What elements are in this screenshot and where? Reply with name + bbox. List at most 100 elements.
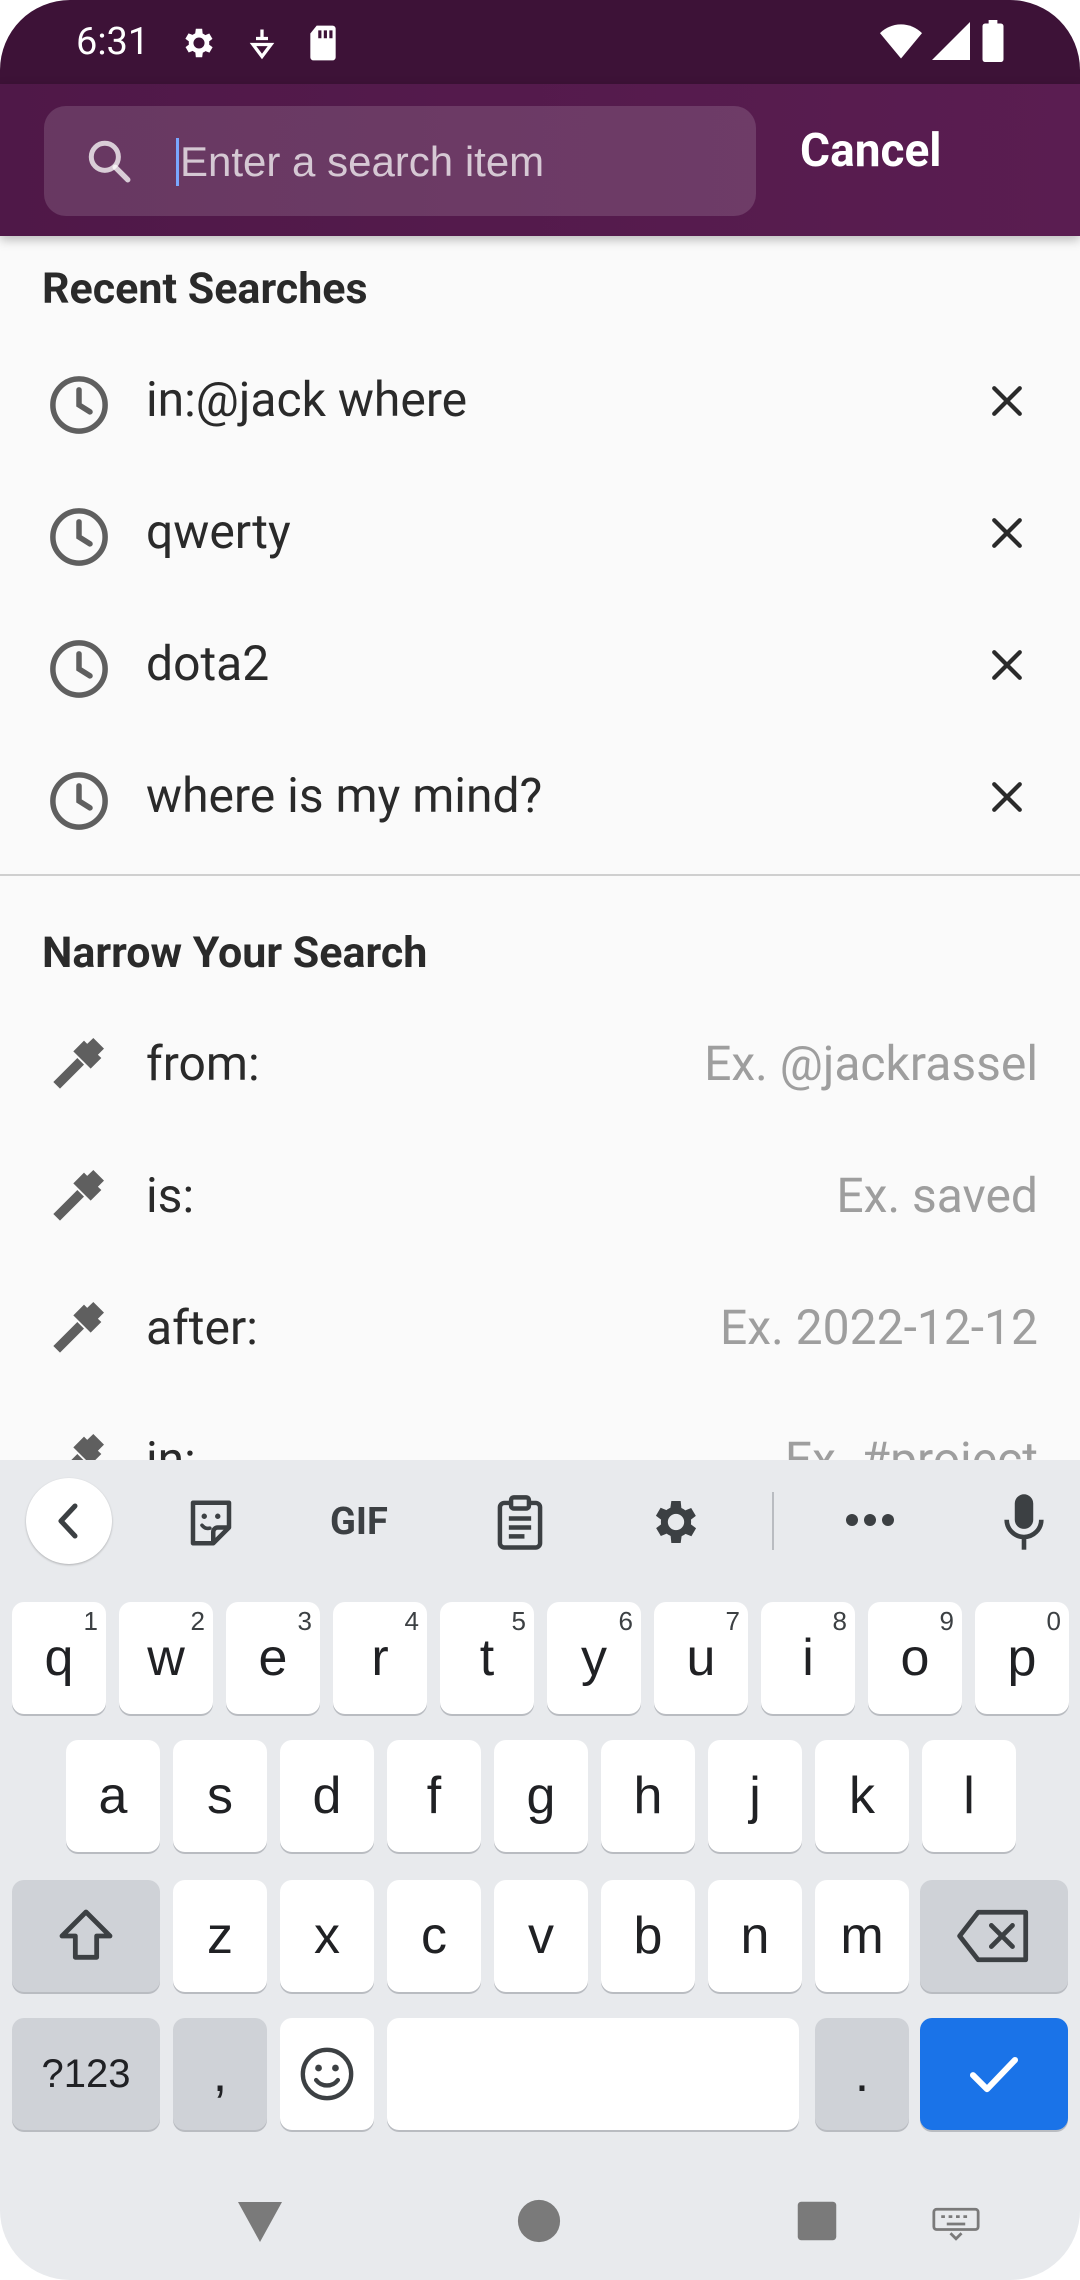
sticker-icon[interactable] (184, 1496, 238, 1554)
recent-search-item[interactable]: qwerty (0, 466, 1080, 598)
key-hint: 7 (725, 1606, 740, 1636)
modifier-hint: Ex. 2022-12-12 (720, 1299, 1038, 1356)
key-r[interactable]: r4 (333, 1602, 427, 1714)
gear-icon (180, 24, 218, 66)
search-modifier-item[interactable]: is: Ex. saved (0, 1130, 1080, 1262)
settings-icon[interactable] (648, 1494, 704, 1554)
more-icon[interactable] (844, 1510, 896, 1534)
key-i[interactable]: i8 (761, 1602, 855, 1714)
navigation-bar (0, 2172, 1080, 2280)
clock-icon (46, 504, 112, 574)
close-icon[interactable] (990, 780, 1024, 818)
key-label: w (147, 1629, 185, 1687)
key-hint: 5 (511, 1606, 526, 1636)
key-o[interactable]: o9 (868, 1602, 962, 1714)
key-a[interactable]: a (66, 1740, 160, 1852)
backspace-key[interactable] (920, 1880, 1068, 1992)
modifier-label: is: (146, 1167, 195, 1224)
phone-screen: 6:31 Cancel Recent Searches (0, 0, 1080, 2280)
space-key[interactable] (387, 2018, 799, 2130)
clipboard-icon[interactable] (494, 1494, 546, 1556)
clock-icon (46, 636, 112, 706)
key-f[interactable]: f (387, 1740, 481, 1852)
wifi-icon (880, 22, 922, 64)
search-input[interactable] (178, 128, 722, 196)
close-icon[interactable] (990, 648, 1024, 686)
key-j[interactable]: j (708, 1740, 802, 1852)
recents-icon[interactable] (796, 2200, 838, 2246)
key-label: p (1007, 1629, 1037, 1687)
keyboard-switch-icon[interactable] (932, 2206, 980, 2246)
key-b[interactable]: b (601, 1880, 695, 1992)
recent-search-label: in:@jack where (146, 371, 468, 428)
section-divider (0, 874, 1080, 876)
gif-icon[interactable]: GIF (330, 1500, 388, 1544)
status-bar: 6:31 (0, 0, 1080, 84)
search-box[interactable] (44, 106, 756, 216)
battery-icon (982, 20, 1004, 66)
home-icon[interactable] (516, 2198, 562, 2248)
modifier-label: from: (146, 1035, 260, 1092)
emoji-key[interactable] (280, 2018, 374, 2130)
key-d[interactable]: d (280, 1740, 374, 1852)
key-t[interactable]: t5 (440, 1602, 534, 1714)
key-x[interactable]: x (280, 1880, 374, 1992)
modifier-label: after: (146, 1299, 258, 1356)
microphone-icon[interactable] (1000, 1492, 1048, 1556)
hammer-icon (48, 1160, 112, 1232)
key-label: r (371, 1629, 389, 1687)
comma-key[interactable]: , (173, 2018, 267, 2130)
key-label: t (479, 1629, 495, 1687)
emoji-icon (300, 2047, 354, 2101)
hammer-icon (48, 1028, 112, 1100)
key-label: e (258, 1629, 288, 1687)
recent-search-item[interactable]: in:@jack where (0, 334, 1080, 466)
recent-search-label: dota2 (146, 635, 270, 692)
search-modifier-item[interactable]: from: Ex. @jackrassel (0, 998, 1080, 1130)
key-y[interactable]: y6 (547, 1602, 641, 1714)
key-label: i (802, 1629, 814, 1687)
search-modifier-item[interactable]: after: Ex. 2022-12-12 (0, 1262, 1080, 1394)
key-hint: 1 (83, 1606, 98, 1636)
symbols-key[interactable]: ?123 (12, 2018, 160, 2130)
back-icon[interactable] (236, 2200, 284, 2248)
key-hint: 3 (297, 1606, 312, 1636)
period-key[interactable]: . (815, 2018, 909, 2130)
key-p[interactable]: p0 (975, 1602, 1069, 1714)
key-u[interactable]: u7 (654, 1602, 748, 1714)
key-c[interactable]: c (387, 1880, 481, 1992)
cancel-button[interactable]: Cancel (800, 124, 941, 178)
key-h[interactable]: h (601, 1740, 695, 1852)
recent-search-item[interactable]: where is my mind? (0, 730, 1080, 862)
keyboard-toolbar: GIF (0, 1460, 1080, 1584)
key-label: y (581, 1629, 607, 1687)
backspace-icon (957, 1909, 1029, 1963)
key-v[interactable]: v (494, 1880, 588, 1992)
hammer-icon (48, 1292, 112, 1364)
key-z[interactable]: z (173, 1880, 267, 1992)
sd-card-icon (306, 24, 340, 66)
key-w[interactable]: w2 (119, 1602, 213, 1714)
key-n[interactable]: n (708, 1880, 802, 1992)
toolbar-separator (772, 1492, 774, 1550)
shift-icon (59, 1909, 113, 1960)
close-icon[interactable] (990, 516, 1024, 554)
modifier-hint: Ex. saved (836, 1167, 1038, 1224)
key-g[interactable]: g (494, 1740, 588, 1852)
close-icon[interactable] (990, 384, 1024, 422)
key-q[interactable]: q1 (12, 1602, 106, 1714)
key-m[interactable]: m (815, 1880, 909, 1992)
chevron-left-icon[interactable] (26, 1478, 112, 1564)
status-time: 6:31 (76, 20, 150, 64)
shift-key[interactable] (12, 1880, 160, 1992)
search-header: Cancel (0, 84, 1080, 236)
key-k[interactable]: k (815, 1740, 909, 1852)
key-l[interactable]: l (922, 1740, 1016, 1852)
key-s[interactable]: s (173, 1740, 267, 1852)
key-e[interactable]: e3 (226, 1602, 320, 1714)
enter-key[interactable] (920, 2018, 1068, 2130)
key-hint: 8 (832, 1606, 847, 1636)
recent-search-label: qwerty (146, 503, 291, 560)
key-hint: 0 (1046, 1606, 1061, 1636)
recent-search-item[interactable]: dota2 (0, 598, 1080, 730)
